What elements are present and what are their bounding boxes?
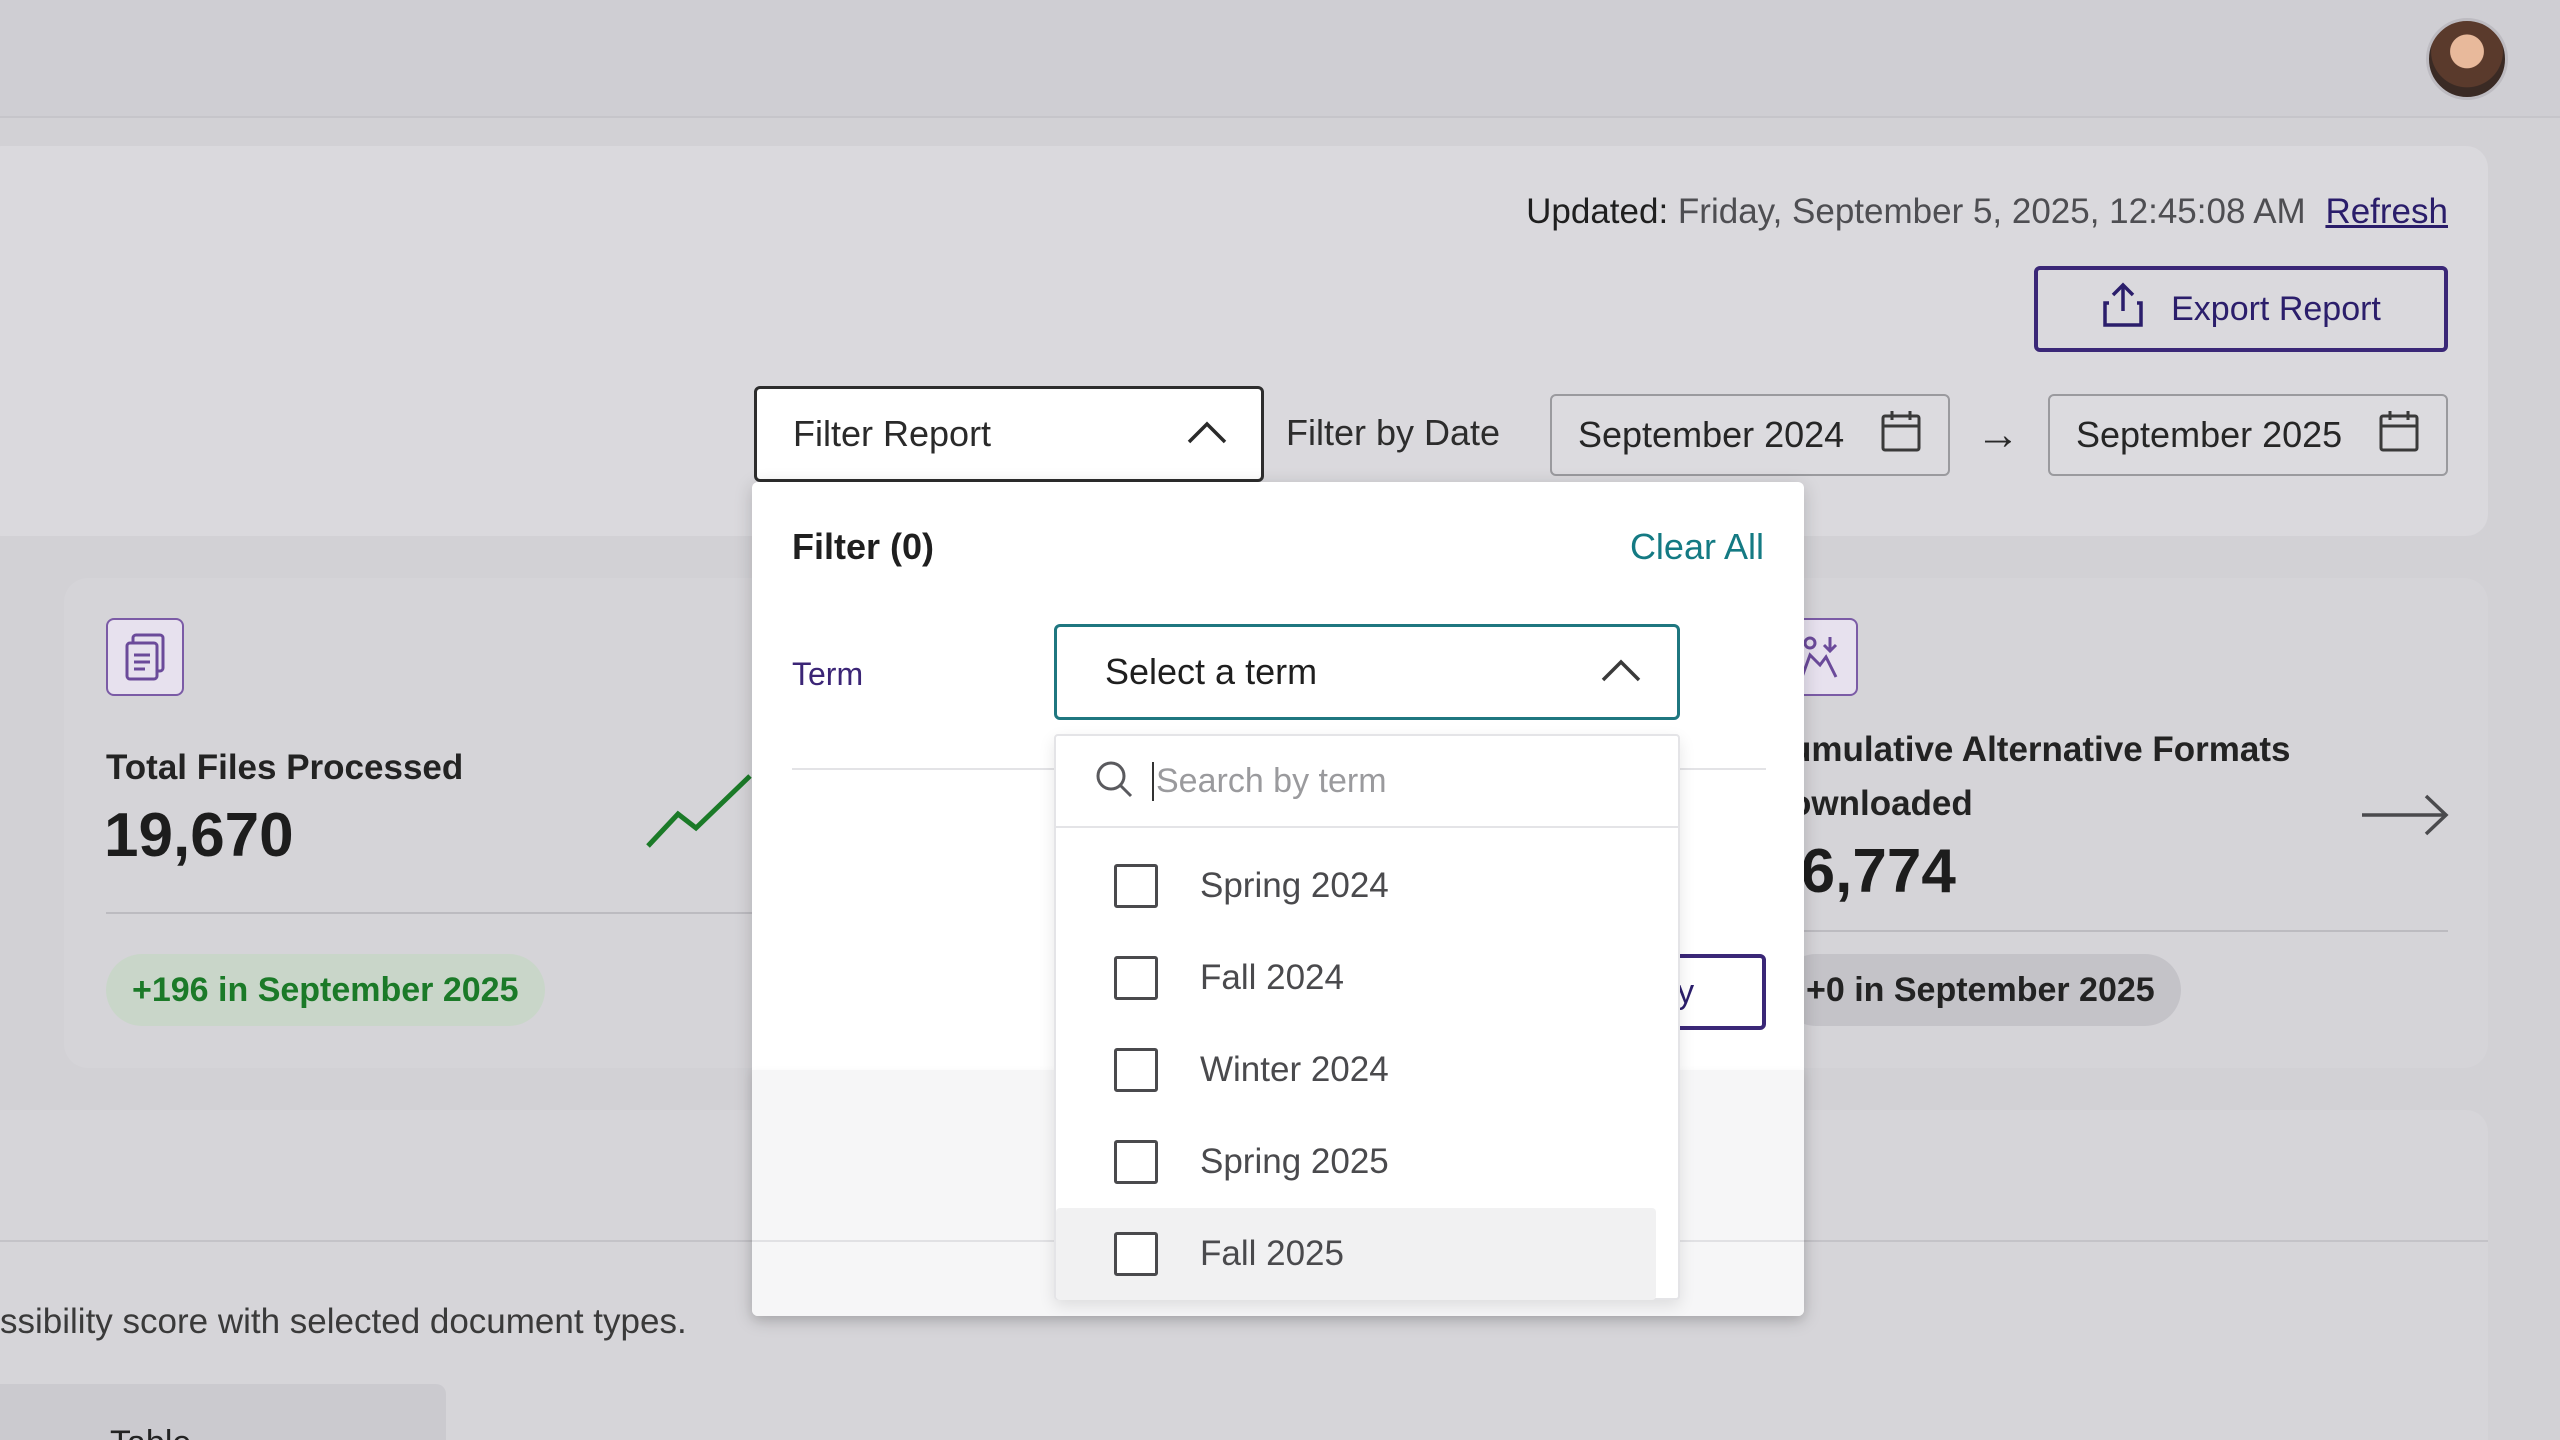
clear-all-button[interactable]: Clear All [1630, 526, 1764, 568]
term-option-label: Fall 2024 [1200, 958, 1344, 997]
term-option[interactable]: Spring 2024 [1056, 840, 1656, 932]
term-option[interactable]: Fall 2024 [1056, 932, 1656, 1024]
date-from-value: September 2024 [1578, 414, 1845, 455]
stat-title: umulative Alternative Formats [1790, 730, 2291, 769]
term-select[interactable]: Select a term [1054, 624, 1680, 720]
files-icon [106, 618, 184, 696]
trend-up-icon [644, 770, 754, 855]
checkbox[interactable] [1114, 1140, 1158, 1184]
export-report-button[interactable]: Export Report [2034, 266, 2448, 352]
avatar[interactable] [2426, 18, 2508, 100]
term-option-label: Fall 2025 [1200, 1234, 1344, 1273]
term-option-label: Spring 2024 [1200, 866, 1389, 905]
checkbox[interactable] [1114, 1232, 1158, 1276]
filter-title: Filter (0) [792, 526, 935, 567]
term-select-value: Select a term [1105, 651, 1318, 692]
search-icon [1094, 759, 1134, 804]
stat-delta-badge: +0 in September 2025 [1780, 954, 2181, 1026]
term-search-input[interactable] [1152, 761, 1632, 801]
date-to-picker[interactable]: September 2025 [2048, 394, 2448, 476]
updated-label: Updated: [1526, 192, 1669, 231]
term-option-label: Winter 2024 [1200, 1050, 1389, 1089]
top-bar [0, 0, 2560, 118]
stat-title-cont: ownloaded [1790, 784, 1973, 823]
stat-title: Total Files Processed [106, 748, 464, 787]
calendar-icon [2378, 409, 2420, 462]
term-dropdown-menu: Spring 2024 Fall 2024 Winter 2024 Spring… [1054, 734, 1680, 1300]
stat-divider [106, 912, 756, 914]
checkbox[interactable] [1114, 956, 1158, 1000]
filter-by-date-label: Filter by Date [1286, 412, 1501, 453]
arrow-right-icon[interactable] [2360, 790, 2450, 845]
accessibility-description: ssibility score with selected document t… [0, 1302, 687, 1341]
arrow-right-icon: → [1976, 410, 2020, 459]
export-report-label: Export Report [2171, 289, 2381, 328]
term-option[interactable]: Winter 2024 [1056, 1024, 1656, 1116]
stat-value: 19,670 [104, 801, 294, 870]
tab-table[interactable]: Table [0, 1384, 446, 1440]
updated-value: Friday, September 5, 2025, 12:45:08 AM [1677, 192, 2306, 231]
filter-report-label: Filter Report [793, 413, 992, 454]
stat-value: :6,774 [1780, 837, 1956, 906]
checkbox[interactable] [1114, 1048, 1158, 1092]
term-option[interactable]: Spring 2025 [1056, 1116, 1656, 1208]
term-search-box [1056, 736, 1678, 828]
export-icon [2101, 281, 2145, 338]
date-to-value: September 2025 [2076, 414, 2343, 455]
stat-divider [1790, 930, 2448, 932]
term-option[interactable]: Fall 2025 [1056, 1208, 1656, 1300]
stat-delta-badge: +196 in September 2025 [106, 954, 545, 1026]
date-from-picker[interactable]: September 2024 [1550, 394, 1950, 476]
term-label: Term [792, 656, 864, 692]
updated-timestamp: Updated: Friday, September 5, 2025, 12:4… [1526, 192, 2448, 232]
term-option-label: Spring 2025 [1200, 1142, 1389, 1181]
refresh-link[interactable]: Refresh [2325, 192, 2448, 231]
checkbox[interactable] [1114, 864, 1158, 908]
calendar-icon [1880, 409, 1922, 462]
chevron-up-icon [1599, 651, 1643, 693]
filter-report-toggle[interactable]: Filter Report [754, 386, 1264, 482]
chevron-up-icon [1185, 413, 1229, 455]
